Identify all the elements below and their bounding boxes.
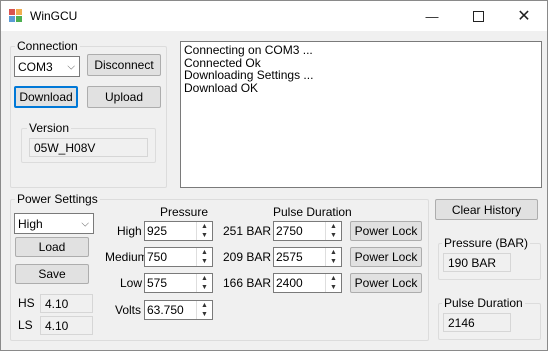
connection-group-title: Connection (15, 39, 80, 53)
spin-down-icon[interactable]: ▼ (197, 257, 212, 266)
log-textbox[interactable]: Connecting on COM3 ... Connected Ok Down… (180, 41, 542, 188)
close-button[interactable]: ✕ (501, 1, 547, 31)
power-lock-high-button[interactable]: Power Lock (350, 221, 422, 241)
spinner-arrows[interactable]: ▲ ▼ (196, 301, 212, 319)
chevron-down-icon: ⌵ (81, 218, 89, 229)
chevron-down-icon: ⌵ (67, 61, 75, 72)
spin-up-icon[interactable]: ▲ (197, 248, 212, 257)
spin-down-icon[interactable]: ▼ (197, 283, 212, 292)
pressure-high-value: 925 (147, 224, 168, 238)
spinner-arrows[interactable]: ▲ ▼ (325, 274, 341, 292)
app-icon (9, 9, 23, 23)
spin-down-icon[interactable]: ▼ (197, 231, 212, 240)
spin-up-icon[interactable]: ▲ (197, 274, 212, 283)
minimize-icon: — (425, 8, 439, 24)
pulse-duration-value: 2146 (443, 313, 511, 332)
pressure-header: Pressure (160, 205, 209, 219)
mode-select-value: High (18, 216, 43, 231)
pressure-medium-input[interactable]: 750 ▲ ▼ (144, 247, 213, 267)
maximize-button[interactable] (455, 1, 501, 31)
port-select[interactable]: COM3 ⌵ (14, 56, 80, 77)
log-line: Downloading Settings ... (184, 68, 314, 82)
volts-label: Volts (115, 303, 142, 317)
bar-high: 251 BAR (223, 224, 272, 238)
spin-up-icon[interactable]: ▲ (326, 222, 341, 231)
spin-up-icon[interactable]: ▲ (326, 274, 341, 283)
pressure-bar-title: Pressure (BAR) (442, 236, 531, 250)
pressure-low-value: 575 (147, 276, 168, 290)
pressure-high-input[interactable]: 925 ▲ ▼ (144, 221, 213, 241)
spin-up-icon[interactable]: ▲ (197, 222, 212, 231)
bar-low: 166 BAR (223, 276, 272, 290)
ls-value: 4.10 (40, 316, 93, 335)
pressure-low-input[interactable]: 575 ▲ ▼ (144, 273, 213, 293)
pulse-duration-header: Pulse Duration (273, 205, 352, 219)
spin-down-icon[interactable]: ▼ (197, 310, 212, 319)
pulse-high-value: 2750 (276, 224, 303, 238)
pulse-medium-value: 2575 (276, 250, 303, 264)
row-label-high: High (117, 224, 142, 238)
pressure-medium-value: 750 (147, 250, 168, 264)
volts-input[interactable]: 63.750 ▲ ▼ (144, 300, 213, 320)
pulse-low-value: 2400 (276, 276, 303, 290)
version-group-title: Version (27, 121, 72, 135)
hs-label: HS (18, 296, 35, 310)
port-select-value: COM3 (18, 59, 53, 74)
spinner-arrows[interactable]: ▲ ▼ (196, 274, 212, 292)
close-icon: ✕ (517, 8, 531, 25)
power-settings-title: Power Settings (15, 192, 100, 206)
load-button[interactable]: Load (15, 237, 89, 257)
pulse-duration-title: Pulse Duration (442, 296, 525, 310)
spin-down-icon[interactable]: ▼ (326, 231, 341, 240)
spinner-arrows[interactable]: ▲ ▼ (196, 248, 212, 266)
spin-up-icon[interactable]: ▲ (197, 301, 212, 310)
spinner-arrows[interactable]: ▲ ▼ (196, 222, 212, 240)
version-value: 05W_H08V (29, 138, 148, 157)
row-label-low: Low (120, 276, 143, 290)
main-window: WinGCU — ✕ Connection COM3 ⌵ Disconnect … (0, 0, 548, 351)
log-line: Connecting on COM3 ... (184, 43, 313, 57)
title-bar[interactable]: WinGCU — ✕ (1, 1, 547, 31)
spin-down-icon[interactable]: ▼ (326, 283, 341, 292)
row-label-medium: Medium (105, 250, 148, 264)
spinner-arrows[interactable]: ▲ ▼ (325, 248, 341, 266)
maximize-icon (472, 10, 484, 22)
download-button[interactable]: Download (14, 86, 78, 108)
bar-medium: 209 BAR (223, 250, 272, 264)
clear-history-button[interactable]: Clear History (435, 199, 538, 220)
power-lock-low-button[interactable]: Power Lock (350, 273, 422, 293)
disconnect-button[interactable]: Disconnect (87, 54, 161, 76)
pulse-low-input[interactable]: 2400 ▲ ▼ (273, 273, 342, 293)
volts-value: 63.750 (147, 303, 184, 317)
hs-value: 4.10 (40, 294, 93, 313)
pulse-medium-input[interactable]: 2575 ▲ ▼ (273, 247, 342, 267)
log-line: Download OK (184, 80, 259, 95)
upload-button[interactable]: Upload (87, 86, 161, 108)
spinner-arrows[interactable]: ▲ ▼ (325, 222, 341, 240)
window-title: WinGCU (30, 9, 78, 23)
pulse-high-input[interactable]: 2750 ▲ ▼ (273, 221, 342, 241)
spin-down-icon[interactable]: ▼ (326, 257, 341, 266)
spin-up-icon[interactable]: ▲ (326, 248, 341, 257)
power-lock-medium-button[interactable]: Power Lock (350, 247, 422, 267)
save-button[interactable]: Save (15, 264, 89, 284)
pressure-bar-value: 190 BAR (443, 253, 511, 272)
mode-select[interactable]: High ⌵ (14, 213, 94, 234)
ls-label: LS (18, 318, 33, 332)
minimize-button[interactable]: — (409, 1, 455, 31)
